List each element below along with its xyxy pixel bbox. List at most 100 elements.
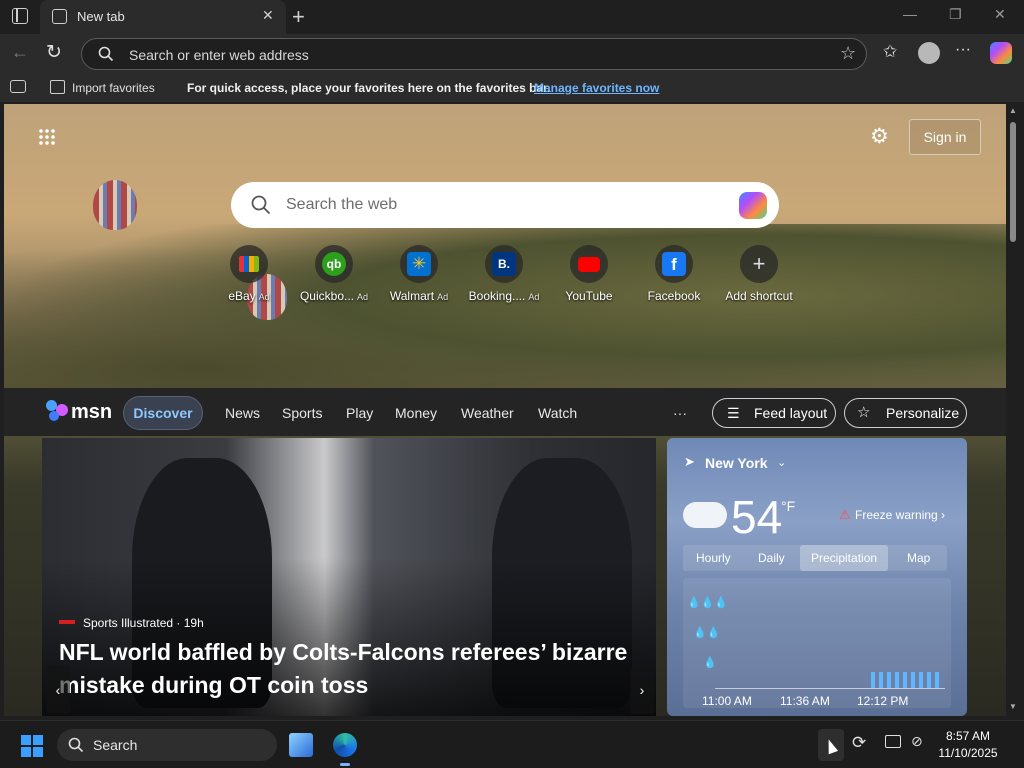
collections-icon[interactable] [10,80,26,93]
booking-icon: B. [485,245,523,283]
more-nav-button[interactable]: ··· [673,405,687,421]
sidebar-toggle-icon[interactable] [12,8,28,24]
taskbar-time[interactable]: 8:57 AM [920,729,1016,743]
tab-sports[interactable]: Sports [282,405,322,421]
weather-alert: Freeze warning [855,508,938,522]
copilot-icon[interactable] [739,192,767,219]
shortcut-label: Add shortcut [725,289,793,303]
sign-in-button[interactable]: Sign in [909,119,981,155]
warning-icon: ⚠ [839,507,851,522]
heavy-rain-drops-icon: 💧💧💧 [687,597,729,609]
shortcut-facebook[interactable]: f Facebook [632,245,716,303]
web-search-box[interactable]: Search the web [231,182,779,228]
feed-layout-button[interactable]: ☰ Feed layout [712,398,836,428]
shortcut-quickbooks[interactable]: qb Quickbo... Ad [292,245,376,303]
tab-precipitation[interactable]: Precipitation [811,551,877,565]
web-search-placeholder: Search the web [286,196,398,213]
manage-favorites-link[interactable]: Manage favorites now [534,81,659,95]
tab-news[interactable]: News [225,405,260,421]
tab-hourly[interactable]: Hourly [696,551,731,565]
copilot-icon[interactable] [990,42,1012,64]
import-favorites-icon [50,80,65,94]
close-tab-icon[interactable]: ✕ [262,7,274,24]
tab-title: New tab [77,9,125,24]
weather-temperature: 54 [731,491,783,543]
search-icon [98,46,114,62]
tab-watch[interactable]: Watch [538,405,577,421]
scroll-up-icon[interactable]: ▲ [1009,106,1017,115]
shortcut-add[interactable]: + Add shortcut [717,245,801,303]
taskbar-date[interactable]: 11/10/2025 [920,746,1016,760]
sync-icon[interactable]: ⟳ [852,733,866,753]
news-age: 19h [183,616,204,630]
personalize-label: Personalize [886,405,960,421]
more-menu-icon[interactable]: ··· [955,41,971,59]
precipitation-chart: 💧💧💧 💧💧 💧 [683,578,951,708]
scrollbar-thumb[interactable] [1010,122,1016,242]
news-headline[interactable]: NFL world baffled by Colts-Falcons refer… [59,636,649,702]
shortcut-label: eBay [228,289,256,303]
quickbooks-icon: qb [315,245,353,283]
tab-discover[interactable]: Discover [123,396,203,430]
shortcut-label: Facebook [647,289,701,303]
windows-start-icon[interactable] [21,735,43,757]
weather-tabs: Hourly Daily Precipitation Map [683,545,947,571]
shortcut-walmart[interactable]: ✳ Walmart Ad [377,245,461,303]
favorites-icon[interactable]: ✩ [883,42,897,62]
minimize-icon[interactable]: — [903,6,917,22]
news-card[interactable]: Sports Illustrated · 19h NFL world baffl… [42,438,656,716]
refresh-icon[interactable]: ↻ [46,41,62,64]
next-story-button[interactable]: › [630,666,654,714]
ad-badge: Ad [528,292,540,302]
chart-baseline [715,688,945,689]
time-label: 12:12 PM [857,694,909,708]
edge-browser-icon[interactable] [333,733,357,757]
ad-badge: Ad [258,292,270,302]
ad-badge: Ad [437,292,449,302]
personalize-button[interactable]: ☆ Personalize [844,398,967,428]
tab-new-tab[interactable]: New tab ✕ [40,0,286,34]
news-source: Sports Illustrated · 19h [83,616,204,630]
back-icon[interactable]: ← [11,42,29,63]
taskbar-search[interactable]: Search [57,729,277,761]
cloud-icon [683,502,727,528]
tab-daily[interactable]: Daily [758,551,785,565]
light-rain-drops-icon: 💧 [703,657,717,669]
msn-logo[interactable]: msn [71,401,112,424]
walmart-icon: ✳ [400,245,438,283]
prev-story-button[interactable]: ‹ [46,666,70,714]
msn-butterfly-icon [46,400,68,422]
settings-gear-icon[interactable]: ⚙ [870,124,889,149]
shortcut-ebay[interactable]: eBay Ad [207,245,291,303]
chevron-down-icon[interactable]: ⌄ [777,456,786,469]
apps-launcher-icon[interactable] [38,128,56,146]
taskbar-active-indicator [340,763,350,766]
app-stack-icon[interactable] [289,733,313,757]
weather-card[interactable]: ➤ New York ⌄ 54 °F ⚠ Freeze warning › Ho… [667,438,967,716]
weather-unit: °F [781,498,796,514]
tab-money[interactable]: Money [395,405,437,421]
tab-play[interactable]: Play [346,405,373,421]
scroll-down-icon[interactable]: ▼ [1009,702,1017,711]
page-scrollbar[interactable]: ▲ ▼ [1006,104,1020,716]
ad-badge: Ad [357,292,369,302]
import-favorites-button[interactable]: Import favorites [72,81,155,95]
weather-city[interactable]: New York [705,455,768,471]
close-window-icon[interactable]: ✕ [994,6,1006,23]
restore-icon[interactable]: ❐ [949,6,962,23]
search-icon [68,737,84,753]
ebay-icon [230,245,268,283]
new-tab-button[interactable]: + [292,4,305,30]
shortcut-youtube[interactable]: YouTube [547,245,631,303]
address-bar[interactable]: Search or enter web address ☆ [81,38,867,70]
favorite-star-icon[interactable]: ☆ [840,43,856,64]
shortcut-booking[interactable]: B. Booking.... Ad [462,245,546,303]
shortcut-label: YouTube [565,289,613,303]
shortcut-label: Quickbo... [299,289,354,303]
freeze-warning-link[interactable]: Freeze warning › [855,508,945,522]
tab-weather[interactable]: Weather [461,405,514,421]
display-icon[interactable] [885,735,901,748]
tab-map[interactable]: Map [907,551,930,565]
profile-avatar[interactable] [918,42,940,64]
taskbar: Search ⟳ ⊘ 8:57 AM 11/10/2025 [0,720,1024,768]
